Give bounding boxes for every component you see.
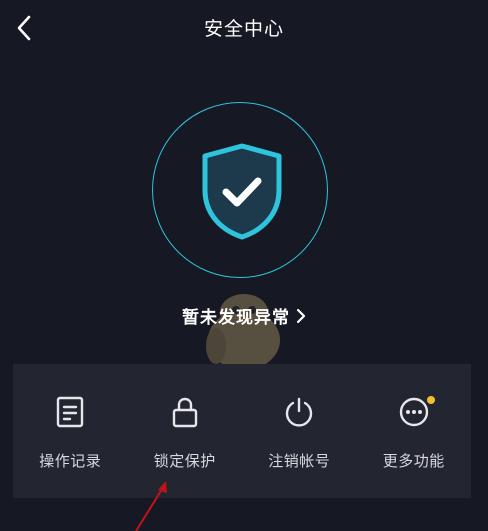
page-title: 安全中心 bbox=[203, 18, 284, 40]
function-more[interactable]: 更多功能 bbox=[357, 364, 472, 498]
function-lock-protect[interactable]: 锁定保护 bbox=[128, 364, 243, 498]
shield-check-icon bbox=[202, 143, 282, 240]
security-status-link[interactable]: 暂未发现异常 bbox=[0, 303, 488, 328]
power-icon bbox=[283, 396, 315, 428]
function-panel: 操作记录 锁定保护 注销帐号 更多功能 bbox=[13, 364, 471, 498]
function-operation-log[interactable]: 操作记录 bbox=[13, 364, 128, 498]
function-label: 注销帐号 bbox=[268, 452, 331, 470]
chevron-right-icon bbox=[296, 308, 306, 323]
function-label: 锁定保护 bbox=[153, 452, 216, 470]
lock-icon bbox=[169, 396, 201, 428]
function-label: 更多功能 bbox=[382, 452, 445, 470]
notification-badge bbox=[426, 396, 435, 404]
function-label: 操作记录 bbox=[39, 452, 102, 470]
security-center-screen: 安全中心 暂未发现异常 操作记录 锁定保护 注销帐号 更多功能 bbox=[0, 0, 488, 531]
document-icon bbox=[54, 396, 86, 428]
more-icon bbox=[398, 396, 430, 428]
security-status-text: 暂未发现异常 bbox=[182, 308, 290, 328]
function-deactivate-account[interactable]: 注销帐号 bbox=[242, 364, 357, 498]
